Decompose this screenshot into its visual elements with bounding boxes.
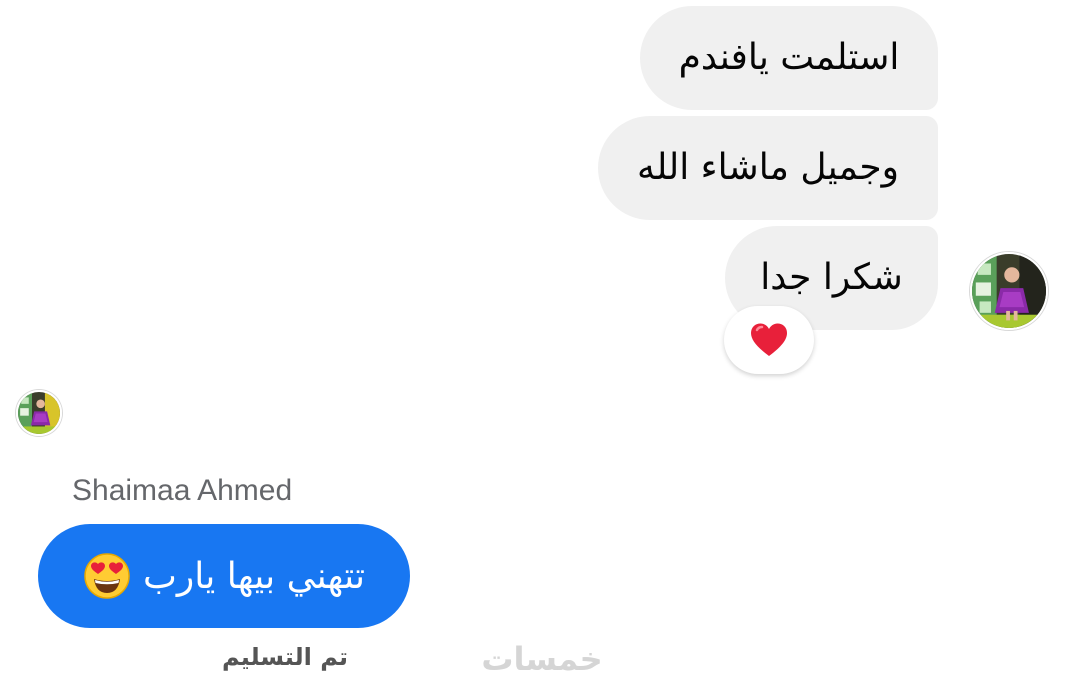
heart-eyes-emoji-icon [84,553,130,599]
message-text: شكرا جدا [760,257,903,298]
sender-name: Shaimaa Ahmed [72,474,293,507]
watermark-logo: خمسات [481,640,603,678]
message-text: تتهني بيها يارب [143,555,365,597]
avatar[interactable] [970,252,1048,330]
message-bubble[interactable]: وجميل ماشاء الله [598,116,938,220]
message-text: وجميل ماشاء الله [637,147,899,188]
message-bubble-sent[interactable]: تتهني بيها يارب [38,524,410,628]
heart-icon [751,323,787,356]
avatar[interactable] [16,390,62,436]
message-reaction[interactable] [724,306,814,374]
delivery-status: تم التسليم [221,643,349,671]
message-bubble[interactable]: استلمت يافندم [640,6,938,110]
message-text: استلمت يافندم [678,37,900,78]
